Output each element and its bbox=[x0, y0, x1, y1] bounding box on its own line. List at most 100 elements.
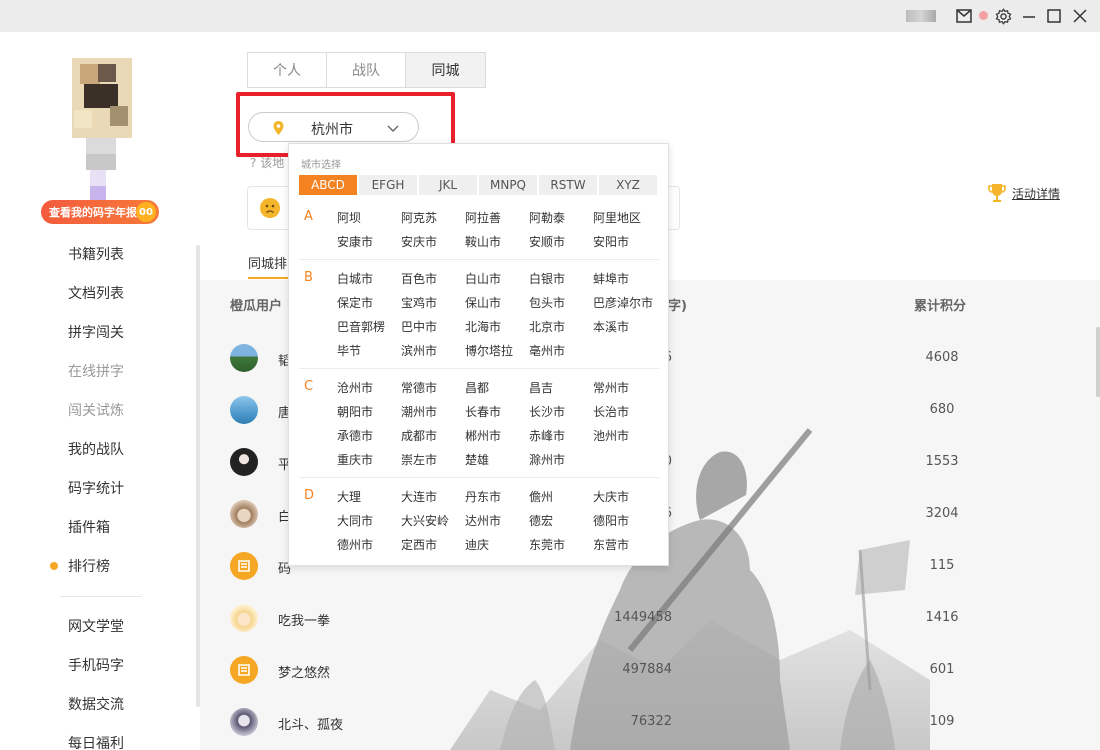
city-option[interactable]: 长春市 bbox=[465, 403, 501, 420]
city-option[interactable]: 昌都 bbox=[465, 379, 489, 396]
city-option[interactable]: 博尔塔拉 bbox=[465, 342, 513, 359]
city-option[interactable]: 保定市 bbox=[337, 294, 373, 311]
tab-personal[interactable]: 个人 bbox=[248, 53, 327, 87]
annual-report-button[interactable]: 查看我的码字年报 00 bbox=[41, 200, 159, 224]
sidebar-item-exchange[interactable]: 数据交流 bbox=[68, 694, 124, 714]
city-option[interactable]: 楚雄 bbox=[465, 451, 489, 468]
sidebar-item-trial[interactable]: 闯关试炼 bbox=[68, 400, 124, 420]
city-option[interactable]: 安康市 bbox=[337, 233, 373, 250]
letter-tab-abcd[interactable]: ABCD bbox=[299, 175, 357, 195]
letter-tab-jkl[interactable]: JKL bbox=[419, 175, 477, 195]
city-option[interactable]: 亳州市 bbox=[529, 342, 565, 359]
letter-tab-rstw[interactable]: RSTW bbox=[539, 175, 597, 195]
sidebar-item-mobile[interactable]: 手机码字 bbox=[68, 655, 124, 675]
city-option[interactable]: 北京市 bbox=[529, 318, 565, 335]
city-option[interactable]: 东营市 bbox=[593, 536, 629, 553]
city-option[interactable]: 大同市 bbox=[337, 512, 373, 529]
sidebar-item-documents[interactable]: 文档列表 bbox=[68, 283, 124, 303]
mail-icon[interactable] bbox=[954, 6, 974, 26]
city-option[interactable]: 安阳市 bbox=[593, 233, 629, 250]
city-option[interactable]: 儋州 bbox=[529, 488, 553, 505]
city-option[interactable]: 丹东市 bbox=[465, 488, 501, 505]
sidebar-item-my-team[interactable]: 我的战队 bbox=[68, 439, 124, 459]
tab-team[interactable]: 战队 bbox=[327, 53, 406, 87]
city-option[interactable]: 滁州市 bbox=[529, 451, 565, 468]
city-option[interactable]: 成都市 bbox=[401, 427, 437, 444]
user-name-blurred[interactable] bbox=[906, 10, 936, 22]
city-option[interactable]: 百色市 bbox=[401, 270, 437, 287]
sidebar-item-welfare[interactable]: 每日福利 bbox=[68, 733, 124, 750]
sidebar-item-plugins[interactable]: 插件箱 bbox=[68, 517, 110, 537]
sidebar-item-spelling-challenge[interactable]: 拼字闯关 bbox=[68, 322, 124, 342]
city-option[interactable]: 本溪市 bbox=[593, 318, 629, 335]
letter-tab-xyz[interactable]: XYZ bbox=[599, 175, 657, 195]
city-option[interactable]: 包头市 bbox=[529, 294, 565, 311]
city-option[interactable]: 郴州市 bbox=[465, 427, 501, 444]
city-option[interactable]: 滨州市 bbox=[401, 342, 437, 359]
city-option[interactable]: 崇左市 bbox=[401, 451, 437, 468]
city-option[interactable]: 大理 bbox=[337, 488, 361, 505]
city-option[interactable]: 大连市 bbox=[401, 488, 437, 505]
sidebar-item-ranking[interactable]: 排行榜 bbox=[68, 556, 110, 576]
tab-same-city[interactable]: 同城 bbox=[406, 53, 485, 87]
city-option[interactable]: 巴中市 bbox=[401, 318, 437, 335]
city-option[interactable]: 蚌埠市 bbox=[593, 270, 629, 287]
gear-icon[interactable] bbox=[993, 6, 1013, 26]
city-option[interactable]: 达州市 bbox=[465, 512, 501, 529]
city-option[interactable]: 沧州市 bbox=[337, 379, 373, 396]
letter-tab-mnpq[interactable]: MNPQ bbox=[479, 175, 537, 195]
minimize-icon[interactable] bbox=[1019, 6, 1039, 26]
city-option[interactable]: 白山市 bbox=[465, 270, 501, 287]
city-option[interactable]: 朝阳市 bbox=[337, 403, 373, 420]
city-option[interactable]: 德州市 bbox=[337, 536, 373, 553]
city-option[interactable]: 阿坝 bbox=[337, 209, 361, 226]
city-option[interactable]: 阿拉善 bbox=[465, 209, 501, 226]
city-option[interactable]: 定西市 bbox=[401, 536, 437, 553]
city-option[interactable]: 常州市 bbox=[593, 379, 629, 396]
close-icon[interactable] bbox=[1070, 6, 1090, 26]
tab-city-ranking[interactable]: 同城排 bbox=[248, 253, 287, 272]
city-option[interactable]: 毕节 bbox=[337, 342, 361, 359]
city-option[interactable]: 长治市 bbox=[593, 403, 629, 420]
city-option[interactable]: 宝鸡市 bbox=[401, 294, 437, 311]
city-option[interactable]: 巴音郭楞 bbox=[337, 318, 385, 335]
city-option[interactable]: 德阳市 bbox=[593, 512, 629, 529]
city-option[interactable]: 长沙市 bbox=[529, 403, 565, 420]
city-option[interactable]: 德宏 bbox=[529, 512, 553, 529]
sidebar-item-academy[interactable]: 网文学堂 bbox=[68, 616, 124, 636]
letter-tab-efgh[interactable]: EFGH bbox=[359, 175, 417, 195]
city-option[interactable]: 安顺市 bbox=[529, 233, 565, 250]
main-scrollbar[interactable] bbox=[1096, 327, 1100, 397]
city-option[interactable]: 东莞市 bbox=[529, 536, 565, 553]
city-option[interactable]: 北海市 bbox=[465, 318, 501, 335]
city-option[interactable]: 鞍山市 bbox=[465, 233, 501, 250]
city-option[interactable]: 池州市 bbox=[593, 427, 629, 444]
city-option[interactable]: 大兴安岭 bbox=[401, 512, 449, 529]
activity-details-link[interactable]: 活动详情 bbox=[988, 183, 1060, 203]
city-option[interactable]: 阿克苏 bbox=[401, 209, 437, 226]
city-option[interactable]: 潮州市 bbox=[401, 403, 437, 420]
city-option[interactable]: 昌吉 bbox=[529, 379, 553, 396]
avatar[interactable] bbox=[60, 54, 140, 204]
city-option[interactable]: 赤峰市 bbox=[529, 427, 565, 444]
city-option[interactable]: 巴彦淖尔市 bbox=[593, 294, 653, 311]
city-option[interactable]: 阿里地区 bbox=[593, 209, 641, 226]
sidebar-item-online-spelling[interactable]: 在线拼字 bbox=[68, 361, 124, 381]
table-row[interactable]: 梦之悠然 497884 601 bbox=[200, 648, 1100, 700]
sidebar-item-stats[interactable]: 码字统计 bbox=[68, 478, 124, 498]
city-option[interactable]: 大庆市 bbox=[593, 488, 629, 505]
score: 4608 bbox=[925, 350, 959, 365]
city-option[interactable]: 安庆市 bbox=[401, 233, 437, 250]
sidebar-item-books[interactable]: 书籍列表 bbox=[68, 244, 124, 264]
city-option[interactable]: 承德市 bbox=[337, 427, 373, 444]
city-option[interactable]: 保山市 bbox=[465, 294, 501, 311]
city-option[interactable]: 白城市 bbox=[337, 270, 373, 287]
table-row[interactable]: 吃我一拳 1449458 1416 bbox=[200, 596, 1100, 648]
city-option[interactable]: 白银市 bbox=[529, 270, 565, 287]
city-option[interactable]: 常德市 bbox=[401, 379, 437, 396]
maximize-icon[interactable] bbox=[1044, 6, 1064, 26]
table-row[interactable]: 北斗、孤夜 76322 109 bbox=[200, 700, 1100, 750]
city-option[interactable]: 重庆市 bbox=[337, 451, 373, 468]
city-option[interactable]: 阿勒泰 bbox=[529, 209, 565, 226]
city-option[interactable]: 迪庆 bbox=[465, 536, 489, 553]
